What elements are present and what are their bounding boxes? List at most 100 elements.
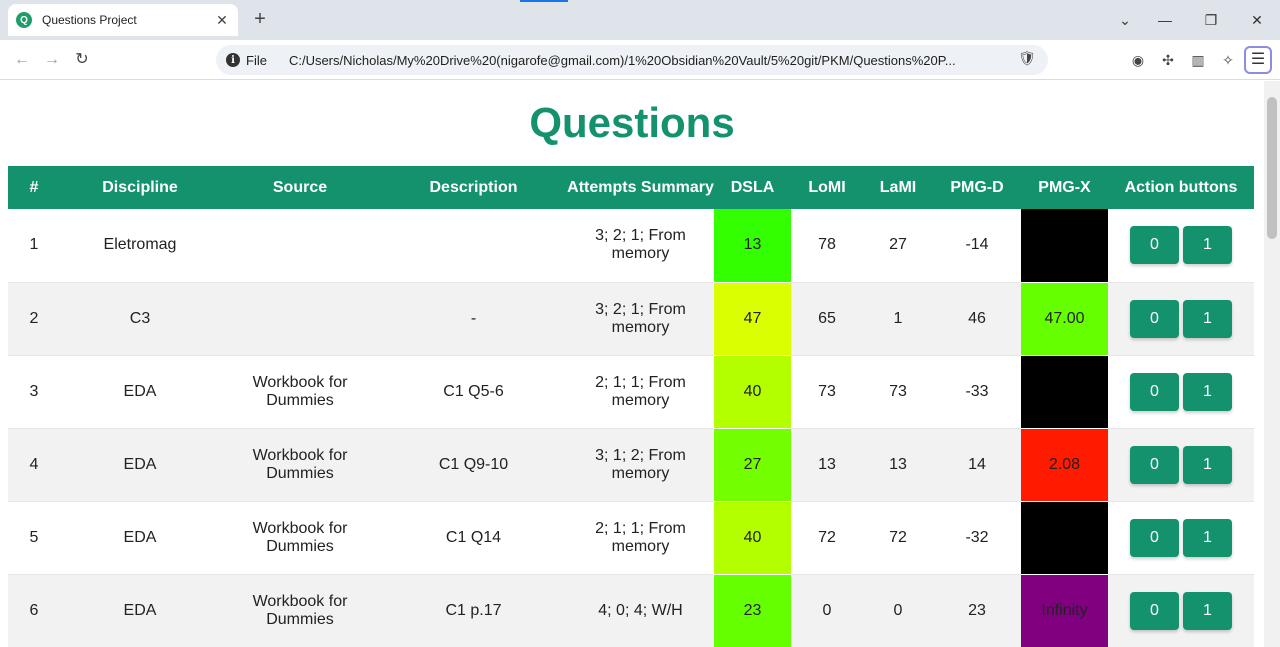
action-button-1[interactable]: 1 bbox=[1183, 372, 1232, 411]
pmgd-cell: 46 bbox=[933, 282, 1021, 356]
description-cell: - bbox=[380, 282, 567, 356]
row-number: 2 bbox=[8, 282, 60, 356]
description-cell: C1 p.17 bbox=[380, 574, 567, 647]
pmgx-cell bbox=[1021, 355, 1108, 429]
address-bar[interactable]: i File C:/Users/Nicholas/My%20Drive%20(n… bbox=[216, 45, 1048, 75]
attempts-cell: 2; 1; 1; From memory bbox=[567, 501, 714, 575]
tab-indicator bbox=[520, 0, 568, 2]
action-button-1[interactable]: 1 bbox=[1183, 226, 1232, 265]
row-number: 3 bbox=[8, 355, 60, 429]
lomi-cell: 0 bbox=[791, 574, 863, 647]
action-buttons-cell: 01 bbox=[1108, 574, 1254, 647]
description-cell: C1 Q9-10 bbox=[380, 428, 567, 502]
lami-cell: 73 bbox=[863, 355, 933, 429]
discipline-cell: EDA bbox=[60, 428, 220, 502]
action-button-1[interactable]: 1 bbox=[1183, 518, 1232, 557]
tab-search-chevron-icon[interactable]: ⌄ bbox=[1113, 8, 1137, 32]
reload-icon[interactable]: ↻ bbox=[70, 48, 94, 72]
action-button-1[interactable]: 1 bbox=[1183, 299, 1232, 338]
ai-sparkle-icon[interactable]: ✧ bbox=[1218, 50, 1238, 70]
dsla-cell: 40 bbox=[714, 355, 791, 429]
pmgd-cell: -14 bbox=[933, 209, 1021, 283]
favicon-icon: Q bbox=[16, 12, 32, 28]
description-cell: C1 Q5-6 bbox=[380, 355, 567, 429]
lami-cell: 72 bbox=[863, 501, 933, 575]
lomi-cell: 13 bbox=[791, 428, 863, 502]
col-header: LaMI bbox=[863, 166, 933, 209]
action-buttons-cell: 01 bbox=[1108, 501, 1254, 575]
action-button-0[interactable]: 0 bbox=[1130, 591, 1179, 630]
back-icon[interactable]: ← bbox=[10, 48, 34, 72]
action-buttons-cell: 01 bbox=[1108, 428, 1254, 502]
forward-icon[interactable]: → bbox=[40, 48, 64, 72]
action-button-0[interactable]: 0 bbox=[1130, 372, 1179, 411]
action-button-0[interactable]: 0 bbox=[1130, 445, 1179, 484]
lami-cell: 0 bbox=[863, 574, 933, 647]
table-row: 6 EDA Workbook for Dummies C1 p.17 4; 0; 4; … bbox=[8, 574, 1254, 647]
action-button-0[interactable]: 0 bbox=[1130, 226, 1179, 265]
row-number: 4 bbox=[8, 428, 60, 502]
table-row: 1 Eletromag 3; 2; 1; From memory 13 78 27 -14 0… bbox=[8, 209, 1254, 283]
source-cell bbox=[220, 209, 380, 283]
pmgx-cell bbox=[1021, 501, 1108, 575]
tab-questions-project[interactable]: Q Questions Project ✕ bbox=[8, 4, 238, 36]
lami-cell: 1 bbox=[863, 282, 933, 356]
attempts-cell: 2; 1; 1; From memory bbox=[567, 355, 714, 429]
sidebar-icon[interactable]: ▥ bbox=[1188, 50, 1208, 70]
discipline-cell: C3 bbox=[60, 282, 220, 356]
discipline-cell: Eletromag bbox=[60, 209, 220, 283]
row-number: 6 bbox=[8, 574, 60, 647]
tab-title: Questions Project bbox=[42, 13, 137, 27]
window-close-icon[interactable]: ✕ bbox=[1245, 8, 1269, 32]
source-cell bbox=[220, 282, 380, 356]
col-header: Description bbox=[380, 166, 567, 209]
pmgd-cell: -32 bbox=[933, 501, 1021, 575]
description-cell bbox=[380, 209, 567, 283]
action-button-0[interactable]: 0 bbox=[1130, 518, 1179, 557]
row-number: 5 bbox=[8, 501, 60, 575]
discipline-cell: EDA bbox=[60, 355, 220, 429]
info-icon[interactable]: i bbox=[226, 53, 240, 67]
description-cell: C1 Q14 bbox=[380, 501, 567, 575]
col-header: Discipline bbox=[60, 166, 220, 209]
lomi-cell: 65 bbox=[791, 282, 863, 356]
action-button-1[interactable]: 1 bbox=[1183, 445, 1232, 484]
extensions-icon[interactable]: ✣ bbox=[1158, 50, 1178, 70]
attempts-cell: 3; 2; 1; From memory bbox=[567, 282, 714, 356]
action-button-0[interactable]: 0 bbox=[1130, 299, 1179, 338]
menu-icon[interactable]: ☰ bbox=[1244, 46, 1272, 74]
attempts-cell: 4; 0; 4; W/H bbox=[567, 574, 714, 647]
col-header: PMG-D bbox=[933, 166, 1021, 209]
scrollbar-thumb[interactable] bbox=[1267, 97, 1277, 239]
lomi-cell: 72 bbox=[791, 501, 863, 575]
close-tab-icon[interactable]: ✕ bbox=[214, 12, 230, 29]
dsla-cell: 23 bbox=[714, 574, 791, 647]
restore-icon[interactable]: ❐ bbox=[1199, 8, 1223, 32]
pmgd-cell: -33 bbox=[933, 355, 1021, 429]
file-label: File bbox=[246, 52, 267, 68]
brave-shield-icon[interactable]: 🛡 bbox=[1018, 50, 1036, 70]
scrollbar[interactable] bbox=[1264, 81, 1280, 647]
page-content: Questions # Discipline Source Descriptio… bbox=[0, 81, 1264, 647]
action-buttons-cell: 01 bbox=[1108, 355, 1254, 429]
pmgx-cell: Infinity bbox=[1021, 574, 1108, 647]
url-text[interactable]: C:/Users/Nicholas/My%20Drive%20(nigarofe… bbox=[289, 53, 1009, 68]
table-row: 5 EDA Workbook for Dummies C1 Q14 2; 1; 1; F… bbox=[8, 501, 1254, 575]
discipline-cell: EDA bbox=[60, 574, 220, 647]
questions-table: # Discipline Source Description Attempts… bbox=[8, 166, 1254, 647]
attempts-cell: 3; 1; 2; From memory bbox=[567, 428, 714, 502]
source-cell: Workbook for Dummies bbox=[220, 574, 380, 647]
col-header: Attempts Summary bbox=[567, 166, 714, 209]
table-row: 4 EDA Workbook for Dummies C1 Q9-10 3; 1; 2;… bbox=[8, 428, 1254, 502]
page-title: Questions bbox=[529, 99, 735, 146]
minimize-icon[interactable]: — bbox=[1153, 8, 1177, 32]
action-buttons-cell: 01 bbox=[1108, 282, 1254, 356]
new-tab-icon[interactable]: + bbox=[250, 8, 270, 32]
attempts-cell: 3; 2; 1; From memory bbox=[567, 209, 714, 283]
action-button-1[interactable]: 1 bbox=[1183, 591, 1232, 630]
pmgd-cell: 14 bbox=[933, 428, 1021, 502]
lens-icon[interactable]: ◉ bbox=[1128, 50, 1148, 70]
col-header: PMG-X bbox=[1021, 166, 1108, 209]
lomi-cell: 78 bbox=[791, 209, 863, 283]
dsla-cell: 13 bbox=[714, 209, 791, 283]
